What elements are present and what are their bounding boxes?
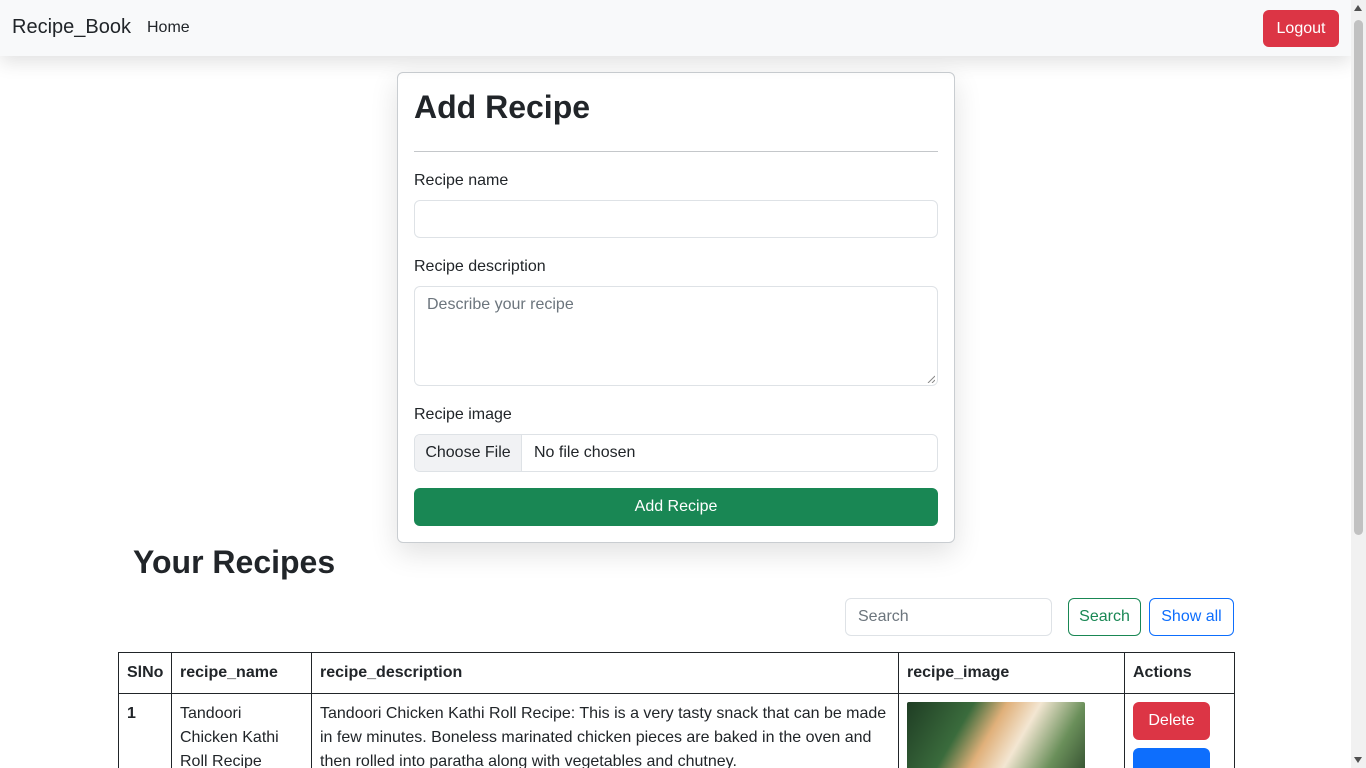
recipe-image-label: Recipe image xyxy=(414,406,512,423)
table-header-row: SlNo recipe_name recipe_description reci… xyxy=(118,652,1235,694)
column-header-recipe-image: recipe_image xyxy=(898,652,1125,694)
page-scrollbar[interactable] xyxy=(1351,0,1366,768)
recipe-name-input[interactable] xyxy=(414,200,938,238)
brand-logo[interactable]: Recipe_Book xyxy=(12,16,131,39)
column-header-recipe-name: recipe_name xyxy=(171,652,312,694)
search-button[interactable]: Search xyxy=(1068,598,1141,636)
scroll-up-arrow-icon[interactable] xyxy=(1354,5,1362,11)
divider xyxy=(414,151,938,152)
row-recipe-name: Tandoori Chicken Kathi Roll Recipe xyxy=(171,693,312,768)
row-recipe-image-cell xyxy=(898,693,1125,768)
recipe-description-label: Recipe description xyxy=(414,258,546,275)
resize-handle-icon[interactable] xyxy=(927,375,935,383)
page-viewport: Recipe_Book Home Logout Add Recipe Recip… xyxy=(0,0,1351,768)
scroll-thumb[interactable] xyxy=(1354,20,1363,535)
add-recipe-button[interactable]: Add Recipe xyxy=(414,488,938,526)
column-header-slno: SlNo xyxy=(118,652,172,694)
column-header-actions: Actions xyxy=(1124,652,1235,694)
search-input[interactable] xyxy=(845,598,1052,636)
choose-file-button[interactable]: Choose File xyxy=(415,435,522,471)
nav-home-link[interactable]: Home xyxy=(147,19,190,37)
your-recipes-title: Your Recipes xyxy=(133,544,336,580)
recipe-thumbnail-image xyxy=(907,702,1085,768)
column-header-recipe-description: recipe_description xyxy=(311,652,899,694)
show-all-button[interactable]: Show all xyxy=(1149,598,1234,636)
edit-button[interactable] xyxy=(1133,748,1210,768)
navbar: Recipe_Book Home Logout xyxy=(0,0,1351,56)
table-row: 1 Tandoori Chicken Kathi Roll Recipe Tan… xyxy=(118,693,1235,768)
logout-button[interactable]: Logout xyxy=(1263,10,1339,47)
file-status-text: No file chosen xyxy=(534,444,636,461)
recipes-table: SlNo recipe_name recipe_description reci… xyxy=(118,652,1235,768)
row-actions-cell: Delete xyxy=(1124,693,1235,768)
row-slno: 1 xyxy=(118,693,172,768)
add-recipe-card: Add Recipe Recipe name Recipe descriptio… xyxy=(397,72,955,543)
add-recipe-title: Add Recipe xyxy=(414,89,591,125)
description-placeholder: Describe your recipe xyxy=(427,296,574,313)
row-recipe-description: Tandoori Chicken Kathi Roll Recipe: This… xyxy=(311,693,899,768)
recipe-description-textarea[interactable]: Describe your recipe xyxy=(414,286,938,386)
delete-button[interactable]: Delete xyxy=(1133,702,1210,740)
recipe-image-file-input[interactable]: Choose File No file chosen xyxy=(414,434,938,472)
recipe-name-label: Recipe name xyxy=(414,172,509,189)
scroll-down-arrow-icon[interactable] xyxy=(1354,757,1362,763)
